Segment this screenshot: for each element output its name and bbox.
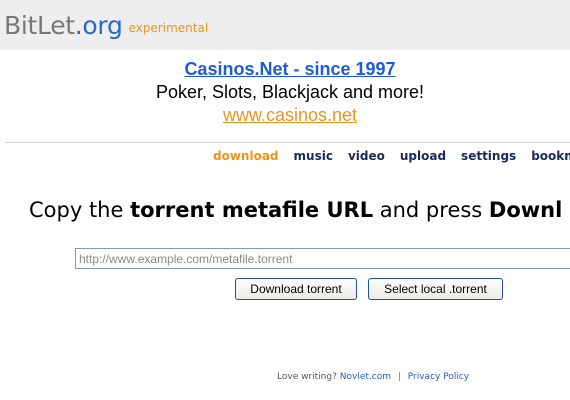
main-nav: download music video upload settings bookm bbox=[213, 148, 570, 164]
logo-org: .org bbox=[74, 11, 123, 40]
footer: Love writing? Novlet.com | Privacy Polic… bbox=[277, 371, 469, 383]
headline-middle: and press bbox=[373, 198, 489, 222]
ad-box: Casinos.Net - since 1997 Poker, Slots, B… bbox=[5, 50, 570, 135]
nav-item-bookmarklet[interactable]: bookm bbox=[531, 148, 570, 164]
ad-url-link[interactable]: www.casinos.net bbox=[5, 104, 570, 126]
footer-prefix: Love writing? bbox=[277, 372, 337, 382]
nav-item-upload[interactable]: upload bbox=[400, 148, 446, 164]
nav-item-download[interactable]: download bbox=[213, 148, 279, 164]
nav-item-music[interactable]: music bbox=[294, 148, 333, 164]
divider bbox=[5, 142, 570, 143]
headline-prefix: Copy the bbox=[29, 198, 131, 222]
headline-bold-download: Downl bbox=[488, 198, 563, 222]
download-torrent-button[interactable]: Download torrent bbox=[235, 278, 357, 300]
site-logo[interactable]: BitLet.org experimental bbox=[4, 10, 208, 44]
header-bar: BitLet.org experimental bbox=[0, 0, 570, 50]
nav-item-video[interactable]: video bbox=[348, 148, 385, 164]
page-headline: Copy the torrent metafile URL and press … bbox=[29, 196, 562, 224]
logo-bit: BitLet bbox=[4, 11, 75, 40]
footer-novlet-link[interactable]: Novlet.com bbox=[340, 372, 391, 382]
nav-item-settings[interactable]: settings bbox=[461, 148, 516, 164]
headline-bold-url: torrent metafile URL bbox=[130, 198, 374, 222]
torrent-url-input[interactable] bbox=[75, 248, 570, 269]
select-local-torrent-button[interactable]: Select local .torrent bbox=[368, 278, 503, 300]
footer-separator: | bbox=[397, 372, 401, 382]
page: BitLet.org experimental Casinos.Net - sin… bbox=[0, 0, 570, 400]
footer-privacy-link[interactable]: Privacy Policy bbox=[408, 372, 469, 382]
ad-description: Poker, Slots, Blackjack and more! bbox=[155, 82, 425, 102]
logo-experimental-tag: experimental bbox=[128, 21, 209, 35]
ad-title-link[interactable]: Casinos.Net - since 1997 bbox=[5, 58, 570, 80]
